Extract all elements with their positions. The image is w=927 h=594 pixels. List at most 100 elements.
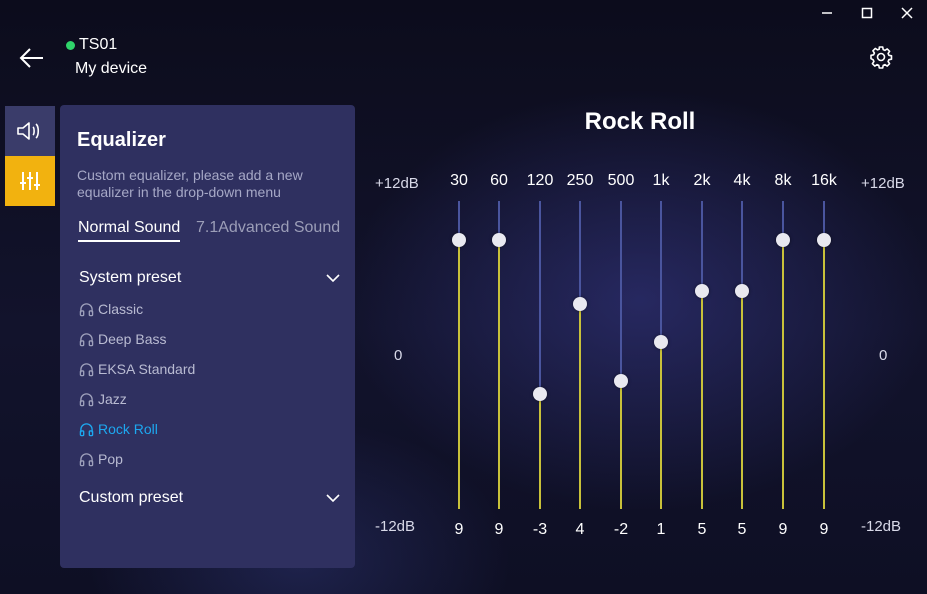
- band-slider-fill: [458, 239, 460, 509]
- equalizer-panel: Equalizer Custom equalizer, please add a…: [60, 105, 355, 568]
- nav-equalizer-button[interactable]: [5, 156, 55, 206]
- band-slider-handle[interactable]: [817, 232, 831, 247]
- band-slider-fill: [823, 239, 825, 509]
- gear-icon: [870, 46, 893, 69]
- nav-sound-button[interactable]: [5, 106, 55, 156]
- band-slider[interactable]: [817, 201, 831, 509]
- equalizer-icon: [20, 172, 40, 190]
- band-slider[interactable]: [533, 201, 547, 509]
- band-slider-handle[interactable]: [492, 232, 506, 247]
- device-subtitle: My device: [75, 60, 148, 77]
- arrow-left-icon: [19, 48, 43, 68]
- band-frequency-label: 4k: [733, 172, 751, 189]
- band-value-label: 4: [575, 521, 585, 538]
- band-slider[interactable]: [573, 201, 587, 509]
- preset-item[interactable]: Deep Bass: [79, 331, 166, 347]
- band-frequency-label: 8k: [774, 172, 792, 189]
- chevron-down-icon: [326, 274, 340, 283]
- speaker-icon: [17, 122, 40, 140]
- preset-item[interactable]: Rock Roll: [79, 421, 158, 437]
- eq-title: Rock Roll: [584, 108, 696, 135]
- device-name: TS01: [66, 36, 117, 54]
- maximize-button[interactable]: [847, 0, 887, 26]
- band-value-label: 9: [819, 521, 829, 538]
- band-frequency-label: 60: [490, 172, 508, 189]
- band-slider[interactable]: [776, 201, 790, 509]
- device-name-label: TS01: [79, 36, 118, 53]
- preset-label: Rock Roll: [98, 421, 158, 437]
- db-max-label-right: +12dB: [861, 175, 905, 192]
- db-min-label-right: -12dB: [861, 518, 902, 535]
- band-slider-fill: [782, 239, 784, 509]
- panel-description: Custom equalizer, please add a new equal…: [77, 167, 303, 200]
- preset-item[interactable]: Classic: [79, 301, 143, 317]
- band-frequency-label: 120: [526, 172, 554, 189]
- band-value-label: 5: [737, 521, 747, 538]
- headphones-icon: [79, 332, 94, 346]
- band-slider[interactable]: [695, 201, 709, 509]
- band-frequency-label: 500: [607, 172, 635, 189]
- band-slider-handle[interactable]: [533, 386, 547, 401]
- band-slider-handle[interactable]: [735, 283, 749, 298]
- band-slider-fill: [579, 303, 581, 509]
- band-slider-handle[interactable]: [776, 232, 790, 247]
- close-button[interactable]: [887, 0, 927, 26]
- headphones-icon: [79, 302, 94, 316]
- band-value-label: 9: [778, 521, 788, 538]
- band-slider-handle[interactable]: [654, 335, 668, 350]
- tab-advanced-sound[interactable]: 7.1Advanced Sound: [196, 219, 340, 240]
- band-slider[interactable]: [452, 201, 466, 509]
- minimize-icon: [822, 12, 832, 14]
- band-frequency-label: 16k: [811, 172, 837, 189]
- band-slider[interactable]: [735, 201, 749, 509]
- preset-item[interactable]: Pop: [79, 451, 123, 467]
- band-frequency-label: 1k: [652, 172, 670, 189]
- tab-normal-sound[interactable]: Normal Sound: [78, 219, 181, 242]
- band-value-label: 9: [454, 521, 464, 538]
- band-slider-fill: [701, 290, 703, 509]
- db-min-label-left: -12dB: [375, 518, 416, 535]
- band-slider[interactable]: [654, 201, 668, 509]
- system-preset-header[interactable]: System preset: [79, 269, 341, 287]
- band-slider-handle[interactable]: [573, 296, 587, 311]
- band-value-label: 1: [656, 521, 666, 538]
- side-nav: [5, 106, 55, 206]
- band-slider-fill: [620, 380, 622, 509]
- preset-item[interactable]: Jazz: [79, 391, 127, 407]
- system-preset-label: System preset: [79, 269, 182, 286]
- preset-label: EKSA Standard: [98, 361, 196, 377]
- band-value-label: 5: [697, 521, 707, 538]
- panel-title: Equalizer: [77, 129, 166, 151]
- band-slider-handle[interactable]: [614, 373, 628, 388]
- custom-preset-header[interactable]: Custom preset: [79, 489, 341, 507]
- db-zero-label-right: 0: [879, 347, 888, 364]
- maximize-icon: [861, 7, 873, 19]
- band-slider-fill: [498, 239, 500, 509]
- band-slider[interactable]: [492, 201, 506, 509]
- close-icon: [901, 7, 913, 19]
- preset-item[interactable]: EKSA Standard: [79, 361, 195, 377]
- band-slider[interactable]: [614, 201, 628, 509]
- preset-label: Jazz: [98, 391, 127, 407]
- settings-button[interactable]: [868, 44, 894, 70]
- band-value-label: -3: [532, 521, 548, 538]
- preset-label: Deep Bass: [98, 331, 167, 347]
- band-slider-handle[interactable]: [452, 232, 466, 247]
- chevron-down-icon: [326, 494, 340, 503]
- band-frequency-label: 250: [566, 172, 594, 189]
- db-zero-label-left: 0: [394, 347, 403, 364]
- back-button[interactable]: [18, 44, 46, 72]
- window-controls: [807, 0, 927, 26]
- preset-label: Pop: [98, 451, 123, 467]
- minimize-button[interactable]: [807, 0, 847, 26]
- band-slider-handle[interactable]: [695, 283, 709, 298]
- headphones-icon: [79, 362, 94, 376]
- headphones-icon: [79, 452, 94, 466]
- band-slider-fill: [539, 393, 541, 509]
- band-frequency-label: 2k: [693, 172, 711, 189]
- headphones-icon: [79, 392, 94, 406]
- band-value-label: -2: [613, 521, 629, 538]
- band-slider-fill: [660, 342, 662, 509]
- band-value-label: 9: [494, 521, 504, 538]
- headphones-icon: [79, 422, 94, 436]
